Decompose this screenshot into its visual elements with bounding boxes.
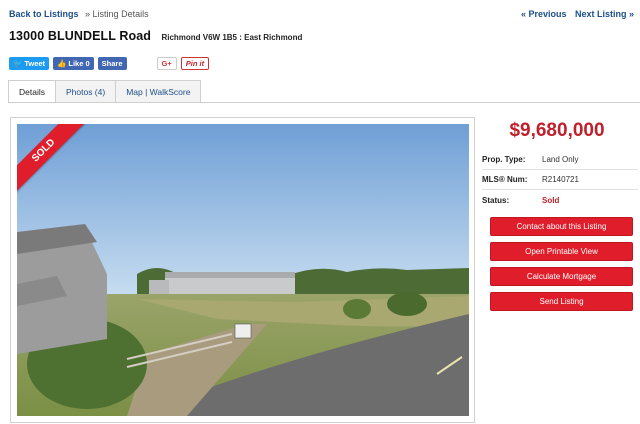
locality-text: Richmond V6W 1B5 : East Richmond xyxy=(161,33,303,42)
fact-row-mls: MLS® Num: R2140721 xyxy=(482,170,638,190)
like-label: Like 0 xyxy=(68,58,90,68)
tab-details[interactable]: Details xyxy=(8,80,56,103)
next-listing-link[interactable]: Next Listing » xyxy=(575,9,634,19)
listing-tabs: Details Photos (4) Map | WalkScore xyxy=(8,80,202,103)
tweet-label: Tweet xyxy=(24,58,46,68)
fact-value: Land Only xyxy=(542,155,579,164)
listing-facts: Prop. Type: Land Only MLS® Num: R2140721… xyxy=(482,150,638,210)
previous-link[interactable]: « Previous xyxy=(521,9,567,19)
tab-map-walkscore[interactable]: Map | WalkScore xyxy=(115,80,202,102)
fact-label: Prop. Type: xyxy=(482,155,526,164)
top-nav: Back to Listings » Listing Details « Pre… xyxy=(9,9,634,23)
tab-photos[interactable]: Photos (4) xyxy=(54,80,117,102)
listing-title: 13000 BLUNDELL Road Richmond V6W 1B5 : E… xyxy=(9,27,302,47)
calculate-mortgage-button[interactable]: Calculate Mortgage xyxy=(490,267,633,286)
breadcrumb: » Listing Details xyxy=(85,9,149,19)
listing-price: $9,680,000 xyxy=(509,120,605,141)
facebook-share-button[interactable]: Share xyxy=(97,56,127,70)
listing-photo[interactable]: SOLD xyxy=(17,124,469,416)
thumbs-up-icon: 👍 xyxy=(57,58,67,68)
listing-actions: Contact about this Listing Open Printabl… xyxy=(490,217,633,317)
back-to-listings-link[interactable]: Back to Listings xyxy=(9,9,79,19)
google-plus-button[interactable]: G+ xyxy=(156,56,177,70)
fact-value: R2140721 xyxy=(542,175,579,184)
send-listing-button[interactable]: Send Listing xyxy=(490,292,633,311)
fact-row-prop-type: Prop. Type: Land Only xyxy=(482,150,638,170)
fact-label: Status: xyxy=(482,195,510,205)
breadcrumb-current: Listing Details xyxy=(92,9,149,19)
listing-pager: « Previous Next Listing » xyxy=(515,9,634,19)
contact-listing-button[interactable]: Contact about this Listing xyxy=(490,217,633,236)
fact-row-status: Status: Sold xyxy=(482,190,638,210)
status-value: Sold xyxy=(542,195,560,205)
address-heading: 13000 BLUNDELL Road xyxy=(9,29,151,43)
facebook-like-button[interactable]: 👍 Like 0 xyxy=(53,56,94,70)
fact-label: MLS® Num: xyxy=(482,175,528,184)
pinterest-button[interactable]: Pin it xyxy=(180,56,210,70)
tab-divider xyxy=(8,102,640,103)
photo-frame: SOLD xyxy=(10,117,475,423)
twitter-icon: 🐦 xyxy=(13,58,23,68)
property-photo-illustration xyxy=(17,124,469,416)
printable-view-button[interactable]: Open Printable View xyxy=(490,242,633,261)
tweet-button[interactable]: 🐦 Tweet xyxy=(9,56,50,70)
social-buttons: 🐦 Tweet 👍 Like 0 Share G+ Pin it xyxy=(9,56,213,70)
